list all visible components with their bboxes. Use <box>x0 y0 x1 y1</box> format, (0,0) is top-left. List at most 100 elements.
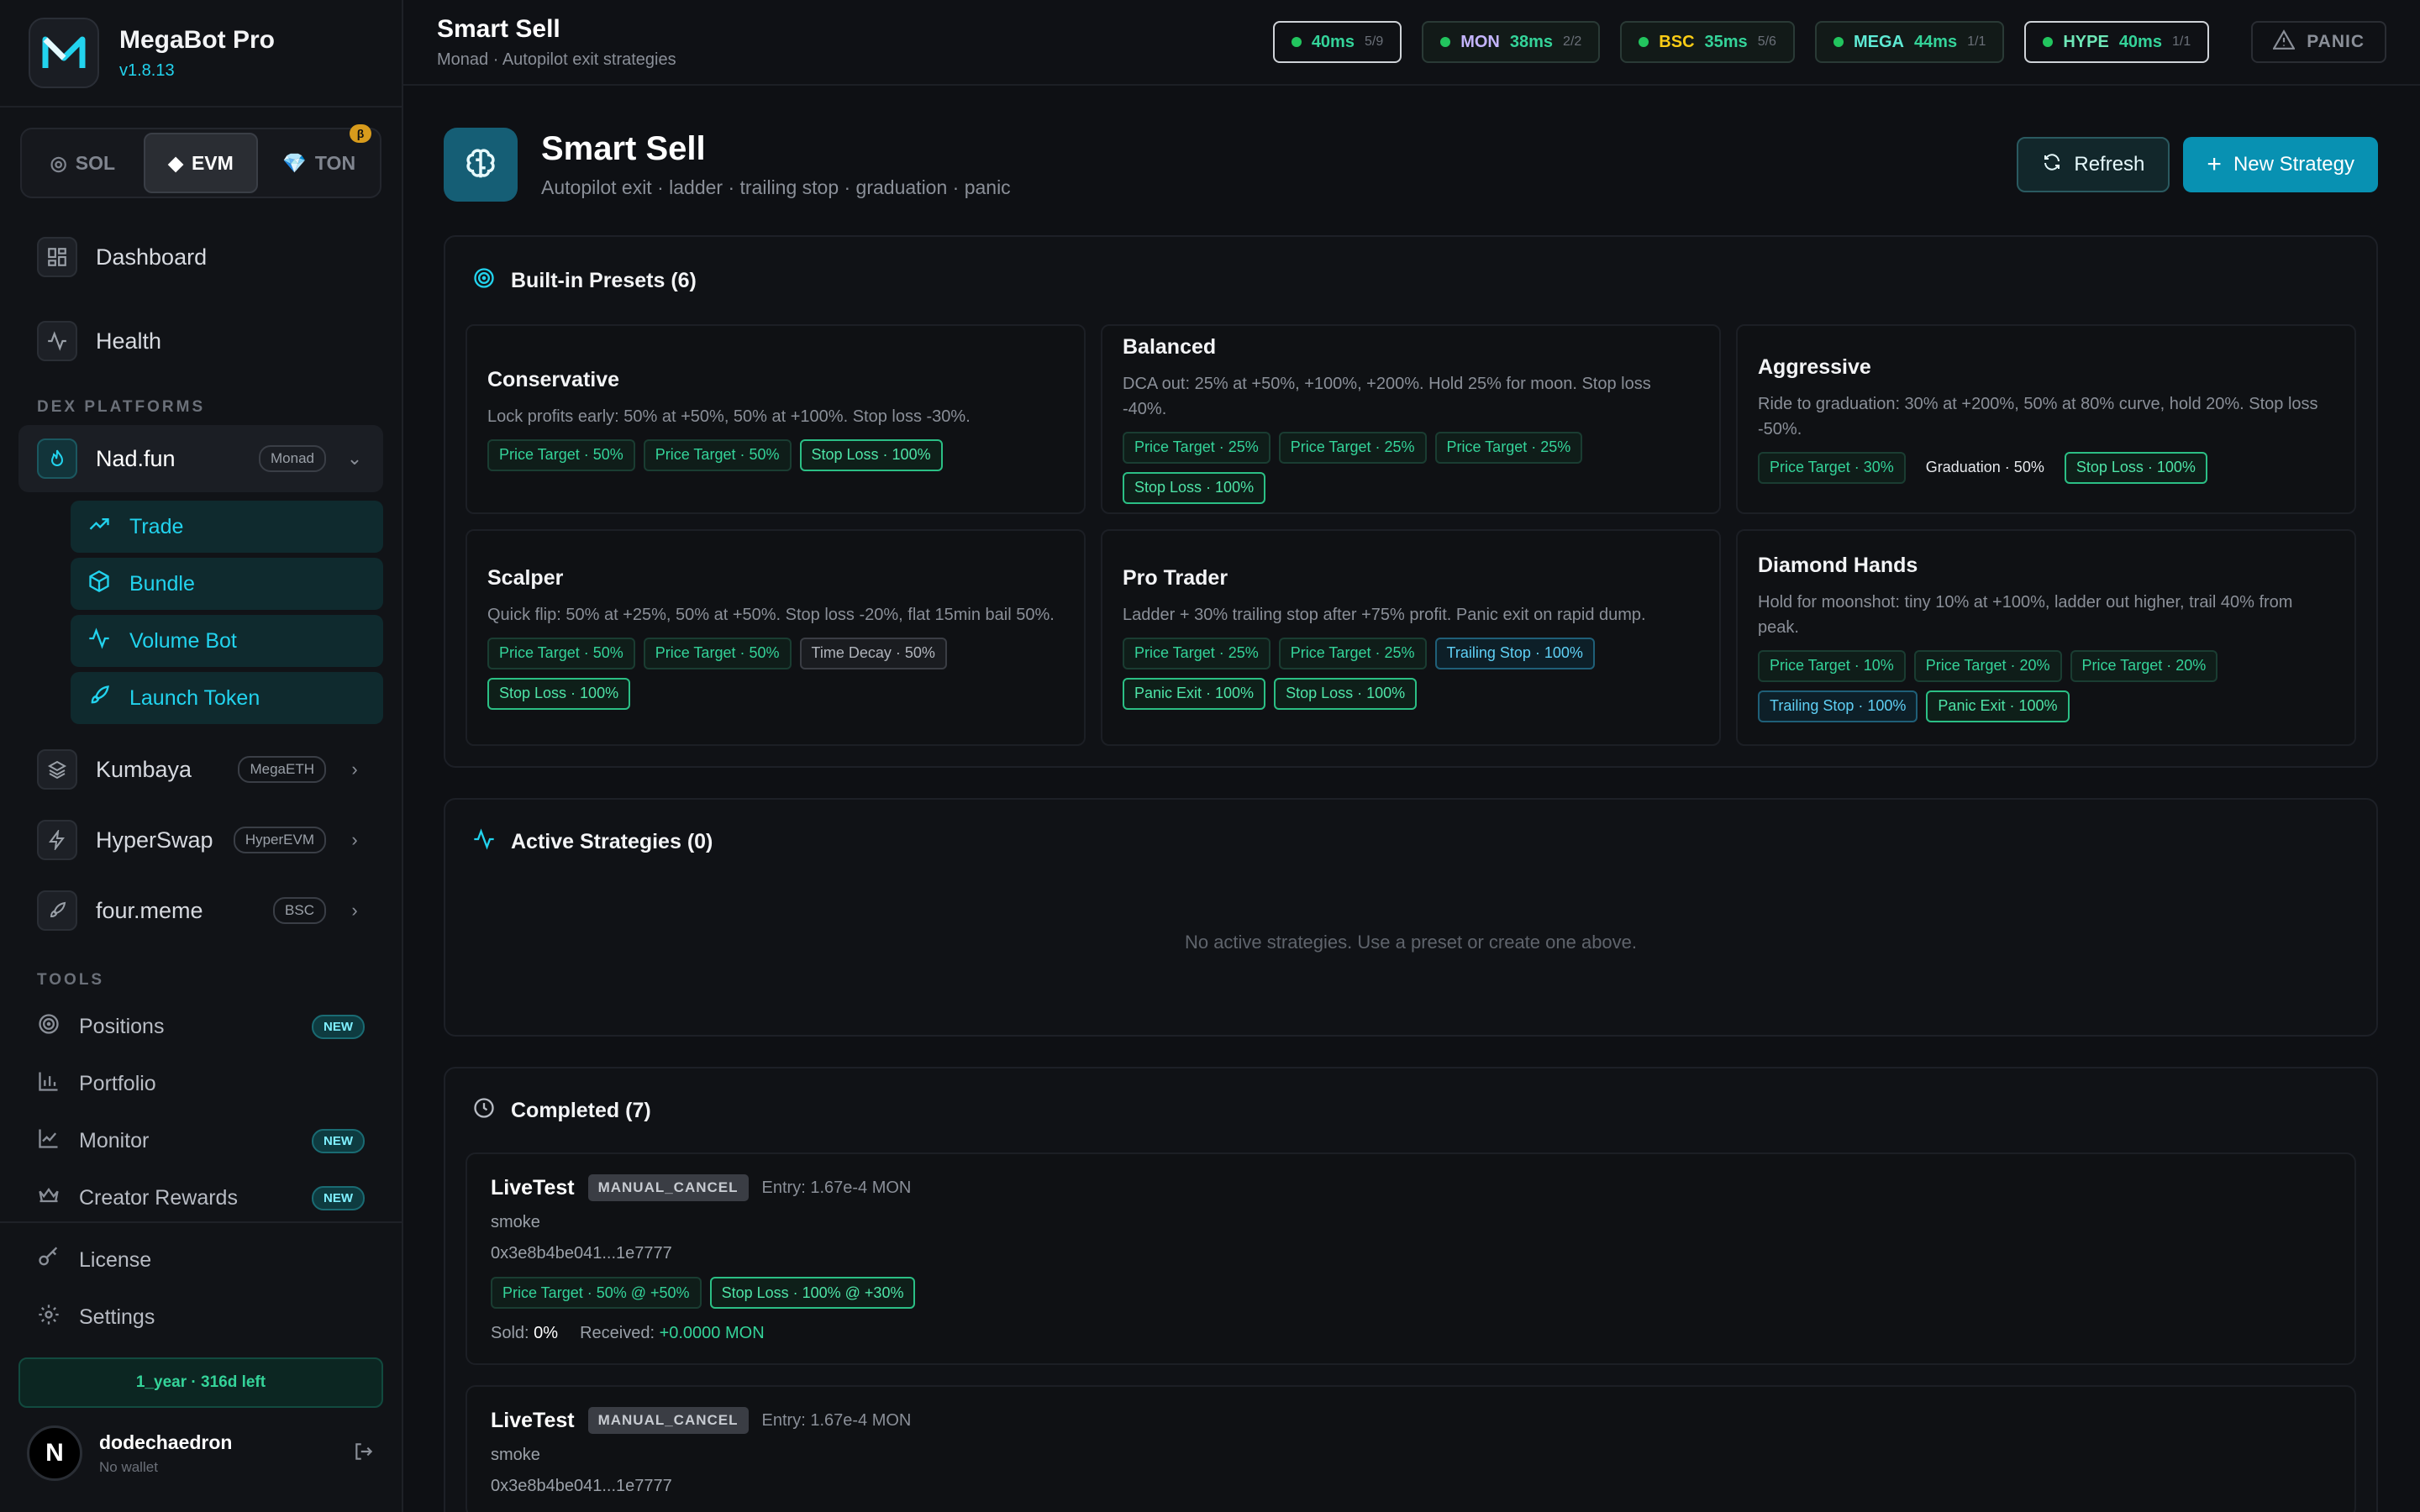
brain-icon <box>444 128 518 202</box>
chain-tab-sol[interactable]: ◎ SOL <box>27 133 139 193</box>
wallet-status: No wallet <box>99 1458 158 1475</box>
sold-value: 0% <box>534 1324 559 1342</box>
gem-icon: 💎 <box>282 151 307 174</box>
sub-bundle[interactable]: Bundle <box>71 558 383 610</box>
dex-fourmeme[interactable]: four.meme BSC › <box>18 877 383 944</box>
rule-tag: Price Target · 25% <box>1123 637 1270 669</box>
license-plan-badge: 1_year · 316d left <box>18 1357 383 1408</box>
sub-trade[interactable]: Trade <box>71 501 383 553</box>
latency-pill-bsc[interactable]: BSC 35ms 5/6 <box>1620 21 1795 63</box>
latency-count: 5/6 <box>1757 34 1776 49</box>
gear-icon <box>37 1303 60 1332</box>
strategy-name: LiveTest <box>491 1408 575 1432</box>
received-value: +0.0000 MON <box>659 1324 765 1342</box>
new-strategy-button[interactable]: + New Strategy <box>2183 137 2378 192</box>
sub-label: Volume Bot <box>129 628 237 653</box>
dex-chain-tag: MegaETH <box>238 756 326 783</box>
chevron-right-icon: › <box>351 900 358 921</box>
sub-label: Launch Token <box>129 685 260 710</box>
flame-icon <box>37 438 77 479</box>
nav-label: Settings <box>79 1305 155 1329</box>
latency-count: 1/1 <box>1967 34 1986 49</box>
status-dot-icon <box>1291 37 1302 47</box>
tool-monitor[interactable]: Monitor NEW <box>0 1112 402 1169</box>
dex-kumbaya[interactable]: Kumbaya MegaETH › <box>18 736 383 803</box>
preset-name: Pro Trader <box>1123 565 1228 590</box>
panic-label: PANIC <box>2307 32 2365 51</box>
preset-description: Ride to graduation: 30% at +200%, 50% at… <box>1758 394 2318 438</box>
activity-icon <box>87 627 111 656</box>
chain-switcher: ◎ SOL ◆ EVM 💎 TON β <box>20 124 381 198</box>
rule-tag: Time Decay · 50% <box>799 637 947 669</box>
rule-tag: Stop Loss · 100% <box>2064 451 2207 484</box>
completed-strategy-card[interactable]: LiveTest MANUAL_CANCEL Entry: 1.67e-4 MO… <box>466 1152 2356 1365</box>
preset-tags: Price Target · 50% Price Target · 50% Stop… <box>487 438 1064 471</box>
rule-tag: Price Target · 50% <box>643 438 792 471</box>
preset-card[interactable]: Diamond Hands Hold for moonshot: tiny 10… <box>1736 529 2356 746</box>
latency-chain: MON <box>1460 32 1500 51</box>
strategy-name: LiveTest <box>491 1175 575 1200</box>
latency-pill-mega[interactable]: MEGA 44ms 1/1 <box>1814 21 2005 63</box>
rule-tags: Price Target · 50% @ +50% Stop Loss · 100… <box>491 1277 2331 1309</box>
dex-nadfun[interactable]: Nad.fun Monad ⌄ <box>18 425 383 492</box>
rocket-icon <box>37 890 77 931</box>
latency-pill-overall[interactable]: 40ms 5/9 <box>1272 21 1402 63</box>
chain-tab-label: SOL <box>75 151 116 174</box>
preset-card[interactable]: Aggressive Ride to graduation: 30% at +2… <box>1736 324 2356 514</box>
preset-tags: Price Target · 30% Graduation · 50% Stop L… <box>1758 451 2334 484</box>
completed-title: Completed (7) <box>511 1098 651 1122</box>
rule-tag: Stop Loss · 100% <box>487 677 631 710</box>
rule-tag: Graduation · 50% <box>1925 459 2044 475</box>
preset-description: Quick flip: 50% at +25%, 50% at +50%. St… <box>487 605 1055 624</box>
sub-launch-token[interactable]: Launch Token <box>71 672 383 724</box>
beta-badge: β <box>350 124 371 143</box>
latency-count: 1/1 <box>2171 34 2191 49</box>
latency-count: 5/9 <box>1364 34 1384 49</box>
latency-ms: 40ms <box>2118 32 2162 51</box>
preset-grid: Conservative Lock profits early: 50% at … <box>445 324 2376 766</box>
new-strategy-label: New Strategy <box>2233 153 2354 176</box>
page-header: Smart Sell Autopilot exit · ladder · tra… <box>444 128 2378 202</box>
result-stats: Sold: 0% Received: +0.0000 MON <box>491 1324 2331 1343</box>
preset-card[interactable]: Pro Trader Ladder + 30% trailing stop af… <box>1101 529 1721 746</box>
activity-icon <box>472 827 496 857</box>
page-title: Smart Sell <box>437 14 560 43</box>
chain-tab-evm[interactable]: ◆ EVM <box>143 133 259 193</box>
sold-label: Sold: <box>491 1324 529 1342</box>
panic-button[interactable]: PANIC <box>2251 21 2386 63</box>
box-icon <box>87 570 111 599</box>
preset-card[interactable]: Conservative Lock profits early: 50% at … <box>466 324 1086 514</box>
preset-card[interactable]: Balanced DCA out: 25% at +50%, +100%, +2… <box>1101 324 1721 514</box>
tool-creator-rewards[interactable]: Creator Rewards NEW <box>0 1169 402 1226</box>
status-dot-icon <box>1639 37 1649 47</box>
tool-portfolio[interactable]: Portfolio <box>0 1055 402 1112</box>
new-badge: NEW <box>312 1128 365 1153</box>
chain-tab-label: TON <box>314 151 356 174</box>
preset-card[interactable]: Scalper Quick flip: 50% at +25%, 50% at … <box>466 529 1086 746</box>
latency-pill-mon[interactable]: MON 38ms 2/2 <box>1422 21 1601 63</box>
refresh-button[interactable]: Refresh <box>2017 137 2170 192</box>
latency-ms: 38ms <box>1509 32 1554 51</box>
completed-panel: Completed (7) LiveTest MANUAL_CANCEL Ent… <box>444 1067 2378 1512</box>
rule-tag: Price Target · 20% <box>2070 649 2218 682</box>
logout-icon[interactable] <box>353 1441 375 1467</box>
tool-label: Creator Rewards <box>79 1185 238 1210</box>
sub-volume-bot[interactable]: Volume Bot <box>71 615 383 667</box>
nav-settings[interactable]: Settings <box>0 1289 402 1346</box>
rule-tag: Trailing Stop · 100% <box>1758 690 1918 722</box>
nav-license[interactable]: License <box>0 1231 402 1289</box>
rule-tag: Trailing Stop · 100% <box>1434 637 1595 669</box>
topbar: Smart Sell Monad · Autopilot exit strate… <box>403 0 2420 86</box>
chevron-right-icon: › <box>351 829 358 850</box>
nav-label: Dashboard <box>96 244 208 270</box>
nav-dashboard[interactable]: Dashboard <box>18 215 383 299</box>
empty-state: No active strategies. Use a preset or cr… <box>1184 932 1638 953</box>
dex-label: Kumbaya <box>96 756 192 782</box>
dex-chain-tag: HyperEVM <box>233 827 326 853</box>
tool-positions[interactable]: Positions NEW <box>0 998 402 1055</box>
dex-hyperswap[interactable]: HyperSwap HyperEVM › <box>18 806 383 874</box>
completed-strategy-card[interactable]: LiveTest MANUAL_CANCEL Entry: 1.67e-4 MO… <box>466 1385 2356 1512</box>
refresh-icon <box>2042 152 2062 178</box>
nav-health[interactable]: Health <box>18 299 383 383</box>
latency-pill-hype[interactable]: HYPE 40ms 1/1 <box>2024 21 2210 63</box>
